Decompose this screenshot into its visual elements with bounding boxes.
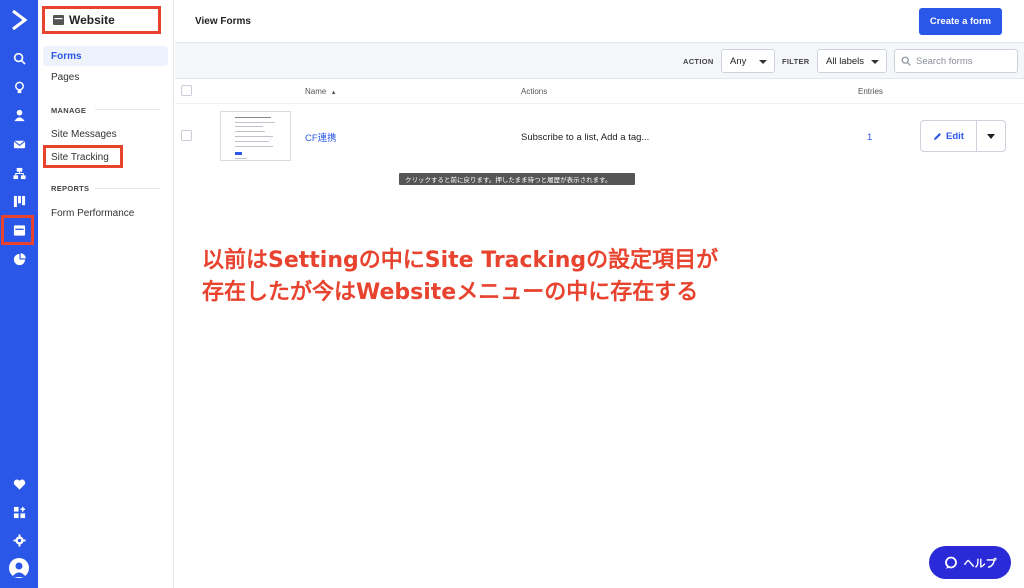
help-button-label: ヘルプ (964, 555, 997, 571)
sidebar-item-site-messages[interactable]: Site Messages (43, 124, 168, 144)
select-all-checkbox[interactable] (181, 85, 192, 96)
form-actions-text: Subscribe to a list, Add a tag... (521, 132, 649, 143)
annotation-line-1: 以前はSettingの中にSite Trackingの設定項目が (202, 245, 762, 277)
website-title-icon (53, 15, 64, 25)
settings-icon[interactable] (0, 528, 38, 552)
edit-button[interactable]: Edit (921, 121, 977, 151)
deals-icon[interactable] (0, 189, 38, 213)
search-icon (901, 56, 911, 66)
brand-logo-icon[interactable] (7, 6, 31, 34)
form-thumbnail[interactable] (220, 111, 291, 161)
annotation-line-2: 存在したが今はWebsiteメニューの中に存在する (202, 277, 762, 309)
contacts-icon[interactable] (0, 103, 38, 127)
avatar-icon[interactable] (9, 558, 29, 578)
search-input[interactable] (916, 56, 1012, 67)
section-divider (95, 109, 160, 110)
sidebar-section-reports: REPORTS (51, 184, 89, 193)
website-icon[interactable] (0, 218, 38, 242)
page-header: View Forms Create a form (175, 0, 1024, 43)
website-sidebar: Website Forms Pages MANAGE Site Messages… (38, 0, 174, 588)
sort-asc-icon: ▲ (331, 90, 337, 96)
label-filter-label: FILTER (782, 57, 810, 66)
column-header-actions: Actions (521, 87, 547, 96)
create-form-button[interactable]: Create a form (919, 8, 1002, 35)
campaigns-icon[interactable] (0, 132, 38, 156)
row-checkbox[interactable] (181, 130, 192, 141)
sidebar-section-manage: MANAGE (51, 106, 86, 115)
chat-bubble-icon (944, 556, 958, 570)
form-entries-link[interactable]: 1 (867, 132, 872, 143)
search-icon[interactable] (0, 46, 38, 70)
labels-select[interactable]: All labels (817, 49, 887, 73)
filter-bar: ACTION Any FILTER All labels (175, 43, 1024, 79)
site-tracking-highlight-box (43, 145, 123, 168)
back-button-tooltip: クリックすると前に戻ります。押したまま待つと履歴が表示されます。 (399, 173, 635, 185)
edit-button-group: Edit (920, 120, 1006, 152)
edit-button-label: Edit (946, 131, 964, 142)
action-filter-label: ACTION (683, 57, 714, 66)
apps-icon[interactable] (0, 500, 38, 524)
column-header-name[interactable]: Name ▲ (305, 87, 337, 96)
sidebar-item-form-performance[interactable]: Form Performance (43, 203, 168, 223)
lightbulb-icon[interactable] (0, 75, 38, 99)
section-divider (95, 188, 160, 189)
table-divider (175, 103, 1024, 104)
form-name-link[interactable]: CF連携 (305, 130, 337, 144)
reports-icon[interactable] (0, 247, 38, 271)
automations-icon[interactable] (0, 161, 38, 185)
annotation-note: 以前はSettingの中にSite Trackingの設定項目が 存在したが今は… (202, 245, 762, 309)
heart-icon[interactable] (0, 472, 38, 496)
sidebar-item-forms[interactable]: Forms (43, 46, 168, 66)
labels-select-value: All labels (826, 56, 864, 67)
icon-rail (0, 0, 38, 588)
chevron-down-icon (987, 134, 995, 139)
column-header-name-label: Name (305, 87, 326, 96)
chevron-down-icon (759, 60, 767, 64)
search-box (894, 49, 1018, 73)
chevron-down-icon (871, 60, 879, 64)
help-button[interactable]: ヘルプ (929, 546, 1011, 579)
action-select-value: Any (730, 56, 746, 67)
sidebar-title: Website (42, 6, 161, 34)
action-select[interactable]: Any (721, 49, 775, 73)
sidebar-item-pages[interactable]: Pages (43, 67, 168, 87)
pencil-icon (933, 132, 942, 141)
page-title: View Forms (195, 16, 251, 27)
more-actions-dropdown[interactable] (977, 121, 1005, 151)
column-header-entries: Entries (858, 87, 883, 96)
sidebar-title-label: Website (69, 13, 115, 27)
